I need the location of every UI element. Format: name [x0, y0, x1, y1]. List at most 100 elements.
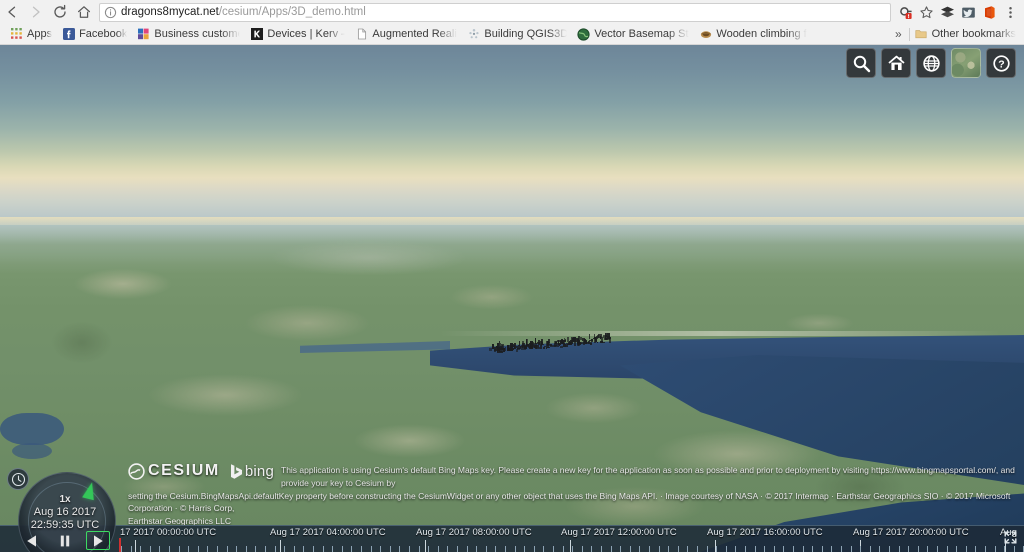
bookmark-label: Building QGIS3D on — [484, 27, 568, 40]
office-icon[interactable] — [979, 0, 1000, 24]
timeline-minor-tick — [687, 546, 689, 552]
timeline-minor-tick — [917, 546, 919, 552]
timeline-minor-tick — [370, 546, 372, 552]
folder-icon — [915, 28, 928, 41]
cesium-credits: CESIUM bing This application is using Ce… — [128, 462, 1024, 527]
timeline-minor-tick — [418, 546, 420, 552]
bookmark-label: Facebook — [79, 27, 128, 40]
bookmark-augmented-reality[interactable]: Augmented Reality U — [350, 24, 462, 45]
address-bar[interactable]: dragons8mycat.net/cesium/Apps/3D_demo.ht… — [99, 2, 891, 22]
bookmark-label: Business customers' — [154, 27, 240, 40]
bookmark-star-icon[interactable] — [916, 0, 937, 24]
animation-controls — [2, 531, 128, 550]
building-model — [577, 339, 579, 341]
pause-button[interactable] — [53, 531, 77, 550]
timeline-label: Aug 17 2017 12:00:00 UTC — [561, 527, 677, 538]
timeline-minor-tick — [188, 546, 190, 552]
building-model — [589, 342, 593, 345]
building-model — [564, 339, 567, 341]
bookmark-apps[interactable]: Apps — [5, 24, 57, 45]
timeline-minor-tick — [860, 546, 862, 552]
timeline-minor-tick — [610, 546, 612, 552]
timeline-label: Aug 17 2017 16:00:00 UTC — [707, 527, 823, 538]
bookmarks-overflow-button[interactable]: » — [888, 27, 909, 41]
timeline-minor-tick — [274, 546, 276, 552]
fullscreen-button[interactable] — [999, 529, 1021, 550]
shuttle-ring[interactable] — [18, 472, 116, 521]
clock-icon[interactable] — [7, 468, 29, 490]
timeline-minor-tick — [380, 546, 382, 552]
shuttle-knob[interactable] — [82, 480, 98, 501]
building-model — [516, 347, 520, 351]
timeline-minor-tick — [332, 546, 334, 552]
timeline-minor-tick — [649, 546, 650, 552]
timeline-minor-tick — [284, 546, 286, 552]
building-model — [554, 341, 557, 344]
timeline-minor-tick — [821, 546, 823, 552]
timeline-minor-tick — [706, 546, 708, 552]
timeline-minor-tick — [303, 546, 305, 552]
bookmark-building-qgis3d[interactable]: Building QGIS3D on — [462, 24, 572, 45]
timeline-minor-tick — [159, 546, 161, 552]
timeline-widget[interactable]: 17 2017 00:00:00 UTC Aug 17 2017 04:00:00… — [0, 525, 1024, 552]
bookmark-wooden-climbing-frame[interactable]: Wooden climbing fra — [694, 24, 812, 45]
other-bookmarks-button[interactable]: Other bookmarks — [910, 24, 1024, 45]
timeline-minor-tick — [812, 546, 814, 552]
bookmark-vector-basemap[interactable]: Vector Basemap Style — [572, 24, 694, 45]
building-model — [521, 345, 523, 347]
animation-widget[interactable]: 1x Aug 16 2017 22:59:35 UTC — [2, 466, 128, 552]
back-button[interactable] — [0, 0, 24, 24]
reload-button[interactable] — [48, 0, 72, 24]
expand-arrows-icon — [1002, 529, 1019, 551]
magnifier-icon — [852, 54, 871, 73]
extension-permission-icon[interactable] — [895, 0, 916, 24]
search-geocoder-button[interactable] — [846, 48, 876, 78]
home-button[interactable] — [72, 0, 96, 24]
timeline-major-tick — [425, 540, 426, 552]
bookmark-facebook[interactable]: Facebook — [57, 24, 132, 45]
timeline-minor-tick — [409, 546, 410, 552]
timeline-minor-tick — [591, 546, 593, 552]
chrome-menu-icon[interactable] — [1000, 0, 1021, 24]
building-model — [568, 341, 571, 345]
timeline-minor-tick — [697, 546, 698, 552]
bookmark-devices-kerv[interactable]: Devices | Kerv – the — [245, 24, 350, 45]
building-model — [513, 348, 515, 351]
twitter-icon[interactable] — [958, 0, 979, 24]
building-model — [604, 332, 607, 338]
bookmark-business-customers[interactable]: Business customers' — [132, 24, 245, 45]
timeline-minor-tick — [783, 546, 785, 552]
bookmark-label: Apps — [27, 27, 53, 40]
home-view-button[interactable] — [881, 48, 911, 78]
building-model — [525, 339, 528, 345]
building-model — [609, 336, 612, 339]
base-layer-picker-button[interactable] — [951, 48, 981, 78]
timeline-minor-tick — [207, 546, 209, 552]
timeline-minor-tick — [130, 546, 132, 552]
timeline-minor-tick — [754, 546, 756, 552]
timeline-minor-tick — [562, 546, 564, 552]
timeline-minor-tick — [399, 546, 401, 552]
timeline-minor-tick — [677, 546, 679, 552]
url-path: /cesium/Apps/3D_demo.html — [218, 5, 366, 18]
cesium-viewer[interactable]: ? CESIUM bing This application is using … — [0, 45, 1024, 552]
timeline-minor-tick — [908, 546, 910, 552]
bookmark-label: Wooden climbing fra — [716, 27, 808, 40]
buffer-layers-icon[interactable] — [937, 0, 958, 24]
building-model — [589, 334, 591, 339]
scene-mode-button[interactable] — [916, 48, 946, 78]
building-model — [598, 334, 602, 338]
timeline-minor-tick — [524, 546, 526, 552]
building-models — [489, 332, 612, 357]
building-model — [537, 342, 540, 344]
info-circle-icon — [104, 6, 117, 19]
home-icon — [887, 54, 906, 73]
timeline-minor-tick — [457, 546, 458, 552]
timeline-track[interactable]: 17 2017 00:00:00 UTC Aug 17 2017 04:00:00… — [118, 526, 1024, 552]
svg-text:?: ? — [998, 58, 1004, 70]
forward-button[interactable] — [24, 0, 48, 24]
play-forward-button[interactable] — [86, 531, 110, 550]
timeline-minor-tick — [841, 546, 842, 552]
navigation-help-button[interactable]: ? — [986, 48, 1016, 78]
play-reverse-button[interactable] — [20, 531, 44, 550]
